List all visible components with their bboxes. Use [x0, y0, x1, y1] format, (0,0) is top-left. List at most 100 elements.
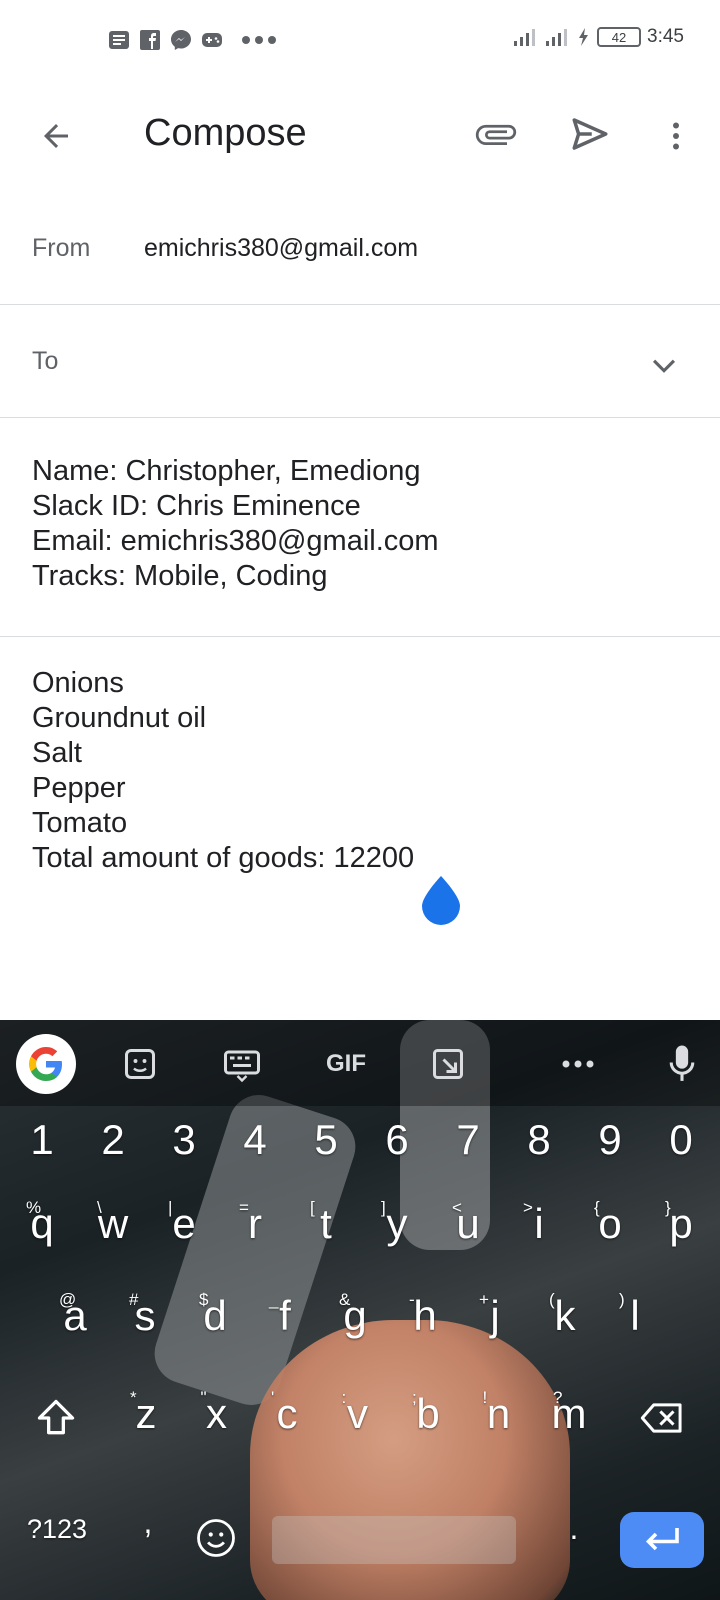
- key-1[interactable]: 1: [12, 1116, 72, 1164]
- space-key[interactable]: [272, 1516, 516, 1564]
- keyboard-icon[interactable]: [218, 1042, 266, 1086]
- body-line: Onions: [32, 667, 124, 699]
- key-e[interactable]: e: [154, 1200, 214, 1248]
- key-q[interactable]: q: [12, 1200, 72, 1248]
- charging-icon: [579, 28, 589, 46]
- key-l[interactable]: l: [605, 1292, 665, 1340]
- key-9[interactable]: 9: [580, 1116, 640, 1164]
- key-2[interactable]: 2: [83, 1116, 143, 1164]
- key-5[interactable]: 5: [296, 1116, 356, 1164]
- key-4[interactable]: 4: [225, 1116, 285, 1164]
- key-hint: _: [269, 1290, 279, 1309]
- facebook-icon: [140, 30, 160, 50]
- key-s[interactable]: s: [115, 1292, 175, 1340]
- more-dots-icon[interactable]: [556, 1042, 600, 1086]
- key-hint: %: [26, 1198, 42, 1217]
- key-r[interactable]: r: [225, 1200, 285, 1248]
- key-hint: ": [200, 1388, 207, 1407]
- body-line: Pepper: [32, 772, 126, 804]
- key-g[interactable]: g: [325, 1292, 385, 1340]
- to-label: To: [32, 347, 59, 375]
- google-icon[interactable]: [16, 1034, 76, 1094]
- attach-button[interactable]: [472, 110, 520, 158]
- subject-text[interactable]: Name: Christopher, Emediong Slack ID: Ch…: [32, 454, 439, 594]
- enter-icon: [645, 1528, 679, 1551]
- comma-key[interactable]: ,: [118, 1504, 178, 1541]
- key-hint: -: [409, 1290, 415, 1309]
- sticker-icon[interactable]: [118, 1042, 162, 1086]
- symbols-key[interactable]: ?123: [22, 1514, 92, 1545]
- backspace-icon: [640, 1403, 682, 1433]
- back-button[interactable]: [32, 112, 80, 160]
- overflow-menu-button[interactable]: [652, 112, 700, 160]
- enter-key[interactable]: [620, 1512, 704, 1568]
- key-hint: >: [523, 1198, 533, 1217]
- key-o[interactable]: o: [580, 1200, 640, 1248]
- emoji-key[interactable]: [192, 1514, 240, 1562]
- send-button[interactable]: [566, 110, 614, 158]
- key-i[interactable]: i: [509, 1200, 569, 1248]
- from-field[interactable]: From emichris380@gmail.com: [0, 192, 720, 305]
- key-f[interactable]: f: [255, 1292, 315, 1340]
- key-m[interactable]: m: [539, 1390, 599, 1438]
- key-b[interactable]: b: [398, 1390, 458, 1438]
- key-k[interactable]: k: [535, 1292, 595, 1340]
- key-c[interactable]: c: [257, 1390, 317, 1438]
- key-hint: $: [199, 1290, 209, 1309]
- subject-line: Email: emichris380@gmail.com: [32, 525, 439, 557]
- key-6[interactable]: 6: [367, 1116, 427, 1164]
- key-t[interactable]: t: [296, 1200, 356, 1248]
- key-hint: #: [129, 1290, 139, 1309]
- chevron-down-icon: [652, 359, 676, 373]
- from-address[interactable]: emichris380@gmail.com: [144, 234, 418, 263]
- key-h[interactable]: h: [395, 1292, 455, 1340]
- key-7[interactable]: 7: [438, 1116, 498, 1164]
- gif-icon[interactable]: GIF: [316, 1042, 376, 1086]
- to-input[interactable]: [144, 341, 628, 383]
- shift-icon: [37, 1399, 75, 1435]
- key-hint: {: [594, 1198, 600, 1217]
- to-field[interactable]: To: [0, 305, 720, 418]
- key-hint: \: [97, 1198, 102, 1217]
- crop-icon[interactable]: [426, 1042, 470, 1086]
- subject-field[interactable]: Name: Christopher, Emediong Slack ID: Ch…: [0, 418, 720, 637]
- text-cursor-handle[interactable]: [420, 874, 462, 926]
- body-line: Salt: [32, 737, 82, 769]
- key-3[interactable]: 3: [154, 1116, 214, 1164]
- key-hint: !: [482, 1388, 488, 1407]
- key-hint: (: [549, 1290, 555, 1309]
- key-d[interactable]: d: [185, 1292, 245, 1340]
- battery-icon: 42: [597, 27, 642, 47]
- key-n[interactable]: n: [469, 1390, 529, 1438]
- game-icon: [202, 33, 222, 47]
- key-8[interactable]: 8: [509, 1116, 569, 1164]
- key-hint: @: [59, 1290, 77, 1309]
- expand-recipients-button[interactable]: [640, 341, 688, 389]
- backspace-key[interactable]: [636, 1392, 688, 1444]
- key-hint: ]: [381, 1198, 386, 1217]
- key-y[interactable]: y: [367, 1200, 427, 1248]
- shift-key[interactable]: [30, 1392, 82, 1444]
- key-x[interactable]: x: [187, 1390, 247, 1438]
- key-j[interactable]: j: [465, 1292, 525, 1340]
- subject-line: Tracks: Mobile, Coding: [32, 560, 328, 592]
- mic-icon[interactable]: [660, 1042, 704, 1086]
- key-hint: ': [271, 1388, 275, 1407]
- status-bar: 42 3:45: [0, 0, 720, 80]
- period-key[interactable]: .: [544, 1510, 604, 1547]
- status-time: 3:45: [647, 26, 684, 47]
- signal-icon: [514, 29, 536, 46]
- key-0[interactable]: 0: [651, 1116, 711, 1164]
- key-hint: :: [341, 1388, 347, 1407]
- overflow-menu-icon: [673, 122, 679, 150]
- key-w[interactable]: w: [83, 1200, 143, 1248]
- app-bar: Compose: [0, 80, 720, 192]
- key-hint: ;: [412, 1388, 417, 1407]
- key-u[interactable]: u: [438, 1200, 498, 1248]
- key-p[interactable]: p: [651, 1200, 711, 1248]
- key-v[interactable]: v: [328, 1390, 388, 1438]
- key-z[interactable]: z: [116, 1390, 176, 1438]
- attach-icon: [475, 124, 517, 145]
- body-line: Total amount of goods: 12200: [32, 842, 415, 874]
- message-body[interactable]: Onions Groundnut oil Salt Pepper Tomato …: [32, 666, 414, 876]
